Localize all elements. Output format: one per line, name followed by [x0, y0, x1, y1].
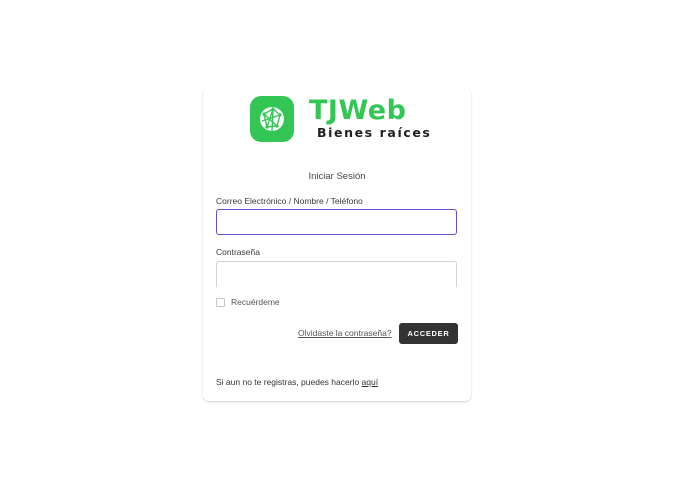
- remember-checkbox[interactable]: [216, 297, 225, 307]
- brand-tagline: Bienes raíces: [317, 125, 432, 140]
- forgot-password-link[interactable]: Olvidaste la contraseña?: [298, 328, 392, 338]
- login-title: Iniciar Sesión: [308, 171, 366, 182]
- register-prompt: Si aun no te registras, puedes hacerlo a…: [216, 377, 378, 387]
- brand-logo: TJWeb Bienes raíces: [250, 96, 431, 142]
- email-field[interactable]: [216, 209, 457, 235]
- brand-name: TJWeb: [309, 95, 407, 126]
- globe-icon: [250, 96, 294, 142]
- remember-me[interactable]: Recuérdeme: [216, 297, 280, 307]
- brand-text: TJWeb Bienes raíces: [309, 97, 431, 141]
- remember-label: Recuérdeme: [231, 297, 280, 307]
- login-button[interactable]: ACCEDER: [399, 323, 458, 344]
- password-field[interactable]: [216, 261, 457, 287]
- email-label: Correo Electrónico / Nombre / Teléfono: [216, 196, 363, 206]
- register-link[interactable]: aquí: [362, 377, 379, 387]
- password-label: Contraseña: [216, 247, 260, 257]
- login-page: TJWeb Bienes raíces Iniciar Sesión Corre…: [0, 0, 700, 500]
- register-text: Si aun no te registras, puedes hacerlo: [216, 377, 362, 387]
